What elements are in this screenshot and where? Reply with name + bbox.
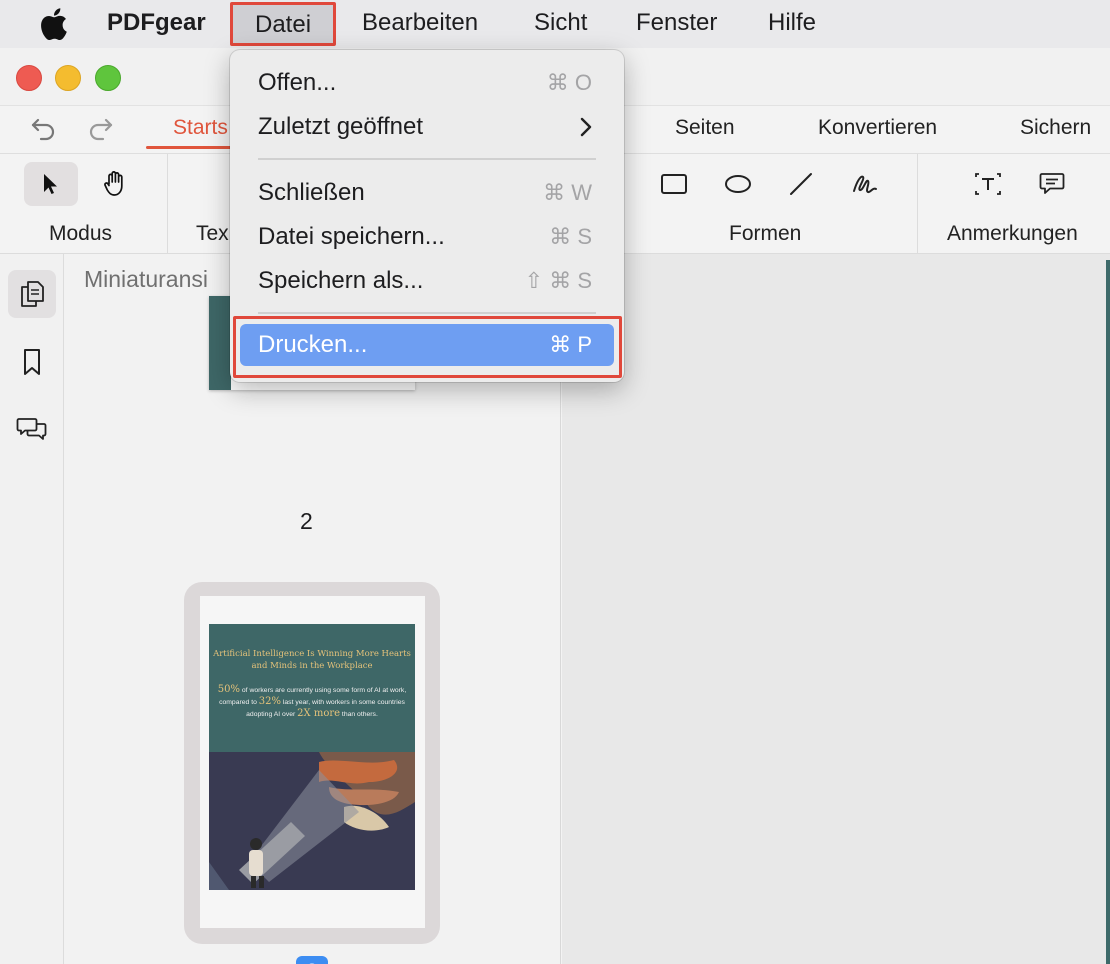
shortcut-label: ⌘ W xyxy=(543,180,592,205)
bookmarks-panel-button[interactable] xyxy=(8,338,56,386)
arrow-cursor-icon xyxy=(44,174,57,194)
menu-item-schliessen[interactable]: Schließen ⌘ W xyxy=(240,172,614,214)
thumbnails-panel-title: Miniaturansi xyxy=(84,266,208,292)
comment-tool-button[interactable] xyxy=(1025,162,1079,206)
annotation-highlight-box xyxy=(233,316,622,378)
comments-panel-button[interactable] xyxy=(8,404,56,452)
formen-group-label: Formen xyxy=(729,222,802,245)
menu-item-label: Offen... xyxy=(258,69,337,96)
zoom-window-button[interactable] xyxy=(95,65,121,91)
document-page-edge xyxy=(1106,260,1110,964)
tab-seiten[interactable]: Seiten xyxy=(675,106,735,150)
shortcut-label: ⌘ O xyxy=(546,70,592,95)
squiggle-icon xyxy=(853,175,877,194)
textbox-icon xyxy=(975,173,1001,195)
menu-item-offen[interactable]: Offen... ⌘ O xyxy=(240,62,614,104)
active-tab-indicator xyxy=(146,146,242,149)
apple-icon[interactable] xyxy=(38,8,68,40)
cover-stat-1: 50% xyxy=(217,684,240,695)
thumbnails-panel-button[interactable] xyxy=(8,270,56,318)
close-window-button[interactable] xyxy=(16,65,42,91)
cover-stat-3: 2X more xyxy=(297,708,341,719)
ellipse-tool-button[interactable] xyxy=(711,162,765,206)
redo-icon[interactable] xyxy=(86,116,114,142)
tab-sichern[interactable]: Sichern xyxy=(1020,106,1091,150)
toolbar-divider xyxy=(917,154,918,254)
ellipse-icon xyxy=(725,175,751,193)
tab-konvertieren[interactable]: Konvertieren xyxy=(818,106,937,150)
line-tool-button[interactable] xyxy=(774,162,828,206)
line-icon xyxy=(790,173,812,195)
menu-separator xyxy=(258,158,596,160)
document-view[interactable] xyxy=(562,254,1110,964)
textbox-tool-button[interactable] xyxy=(961,162,1015,206)
chevron-right-icon xyxy=(580,117,592,137)
hand-tool-button[interactable] xyxy=(88,162,142,206)
menu-item-label: Schließen xyxy=(258,179,365,206)
menu-bearbeiten[interactable]: Bearbeiten xyxy=(362,0,478,48)
chat-bubbles-icon xyxy=(16,418,47,440)
shortcut-label: ⇧ ⌘ S xyxy=(524,268,592,293)
menu-hilfe[interactable]: Hilfe xyxy=(768,0,816,48)
cover-illustration xyxy=(209,752,415,890)
page-number-2: 2 xyxy=(300,508,313,534)
cover-title: Artificial Intelligence Is Winning More … xyxy=(213,649,411,671)
text-group-label: Tex xyxy=(196,222,229,245)
menu-bar: PDFgear Datei Bearbeiten Sicht Fenster H… xyxy=(0,0,1110,48)
minimize-window-button[interactable] xyxy=(55,65,81,91)
toolbar-divider xyxy=(167,154,168,254)
rectangle-icon xyxy=(661,174,687,194)
menu-item-speichern-als[interactable]: Speichern als... ⇧ ⌘ S xyxy=(240,260,614,302)
cover-body-text: 50% of workers are currently using some … xyxy=(217,684,407,720)
cover-text-3: than others. xyxy=(340,711,378,718)
undo-icon[interactable] xyxy=(30,116,58,142)
anmerkungen-group-label: Anmerkungen xyxy=(947,222,1078,245)
app-menu-pdfgear[interactable]: PDFgear xyxy=(107,0,206,48)
menu-fenster[interactable]: Fenster xyxy=(636,0,717,48)
menu-item-zuletzt-geoeffnet[interactable]: Zuletzt geöffnet xyxy=(240,106,614,148)
shortcut-label: ⌘ S xyxy=(549,224,592,249)
selected-page-frame[interactable]: Artificial Intelligence Is Winning More … xyxy=(184,582,440,944)
menu-item-datei-speichern[interactable]: Datei speichern... ⌘ S xyxy=(240,216,614,258)
rectangle-tool-button[interactable] xyxy=(647,162,701,206)
cover-stat-2: 32% xyxy=(258,696,281,707)
tab-start[interactable]: Starts xyxy=(173,106,228,150)
menu-datei[interactable]: Datei xyxy=(230,2,337,46)
pages-icon xyxy=(21,281,44,307)
menu-separator xyxy=(258,312,596,314)
menu-item-label: Zuletzt geöffnet xyxy=(258,113,423,140)
left-icon-rail xyxy=(0,254,64,964)
page-number-3-badge: 3 xyxy=(296,956,328,964)
freehand-tool-button[interactable] xyxy=(838,162,892,206)
select-tool-button[interactable] xyxy=(24,162,78,206)
menu-item-label: Speichern als... xyxy=(258,267,424,294)
menu-item-label: Datei speichern... xyxy=(258,223,445,250)
thumbnail-color-band xyxy=(209,296,231,390)
comment-icon xyxy=(1039,173,1065,194)
bookmark-icon xyxy=(24,349,40,375)
modus-group-label: Modus xyxy=(49,222,113,245)
hand-icon xyxy=(104,171,123,196)
menu-sicht[interactable]: Sicht xyxy=(534,0,587,48)
page-thumbnail-3[interactable]: Artificial Intelligence Is Winning More … xyxy=(209,624,415,890)
